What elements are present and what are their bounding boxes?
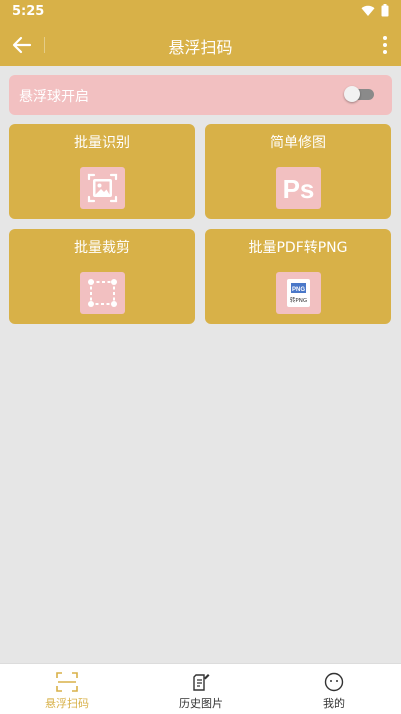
floating-ball-row: 悬浮球开启 (9, 75, 392, 115)
more-vert-icon[interactable] (381, 33, 389, 57)
nav-item-history[interactable]: 历史图片 (134, 664, 268, 714)
nav-item-mine[interactable]: 我的 (267, 664, 401, 714)
nav-label: 历史图片 (179, 697, 223, 710)
status-time: 5:25 (12, 4, 45, 19)
svg-text:PNG: PNG (292, 287, 305, 293)
bottom-nav: 悬浮扫码 历史图片 我的 (0, 663, 401, 714)
card-title: 批量PDF转PNG (248, 240, 348, 256)
floating-ball-switch[interactable] (344, 86, 374, 102)
pdf-to-png-icon: PNG 转PNG (276, 272, 321, 314)
image-scan-icon (80, 167, 125, 209)
card-title: 批量裁剪 (74, 240, 130, 256)
ps-icon: Ps (276, 167, 321, 209)
nav-label: 我的 (323, 697, 345, 710)
scan-frame-icon (56, 672, 78, 692)
nav-label: 悬浮扫码 (45, 697, 89, 710)
wifi-icon (361, 5, 375, 16)
svg-text:转PNG: 转PNG (290, 296, 307, 304)
nav-item-floating-scan[interactable]: 悬浮扫码 (0, 664, 134, 714)
floating-ball-label: 悬浮球开启 (19, 89, 89, 105)
svg-text:Ps: Ps (283, 174, 315, 204)
app-bar: 悬浮扫码 (0, 24, 401, 66)
card-batch-recognize[interactable]: 批量识别 (9, 124, 195, 219)
card-simple-retouch[interactable]: 简单修图 Ps (205, 124, 391, 219)
card-batch-pdf-to-png[interactable]: 批量PDF转PNG PNG 转PNG (205, 229, 391, 324)
history-doc-icon (193, 674, 210, 691)
battery-icon (381, 4, 389, 17)
status-bar: 5:25 (0, 0, 401, 24)
status-icons (361, 4, 389, 17)
crop-icon (80, 272, 125, 314)
card-title: 简单修图 (270, 135, 326, 151)
card-batch-crop[interactable]: 批量裁剪 (9, 229, 195, 324)
card-title: 批量识别 (74, 135, 130, 151)
page-title: 悬浮扫码 (168, 38, 233, 57)
switch-thumb (344, 86, 360, 102)
smiley-icon (324, 672, 344, 692)
